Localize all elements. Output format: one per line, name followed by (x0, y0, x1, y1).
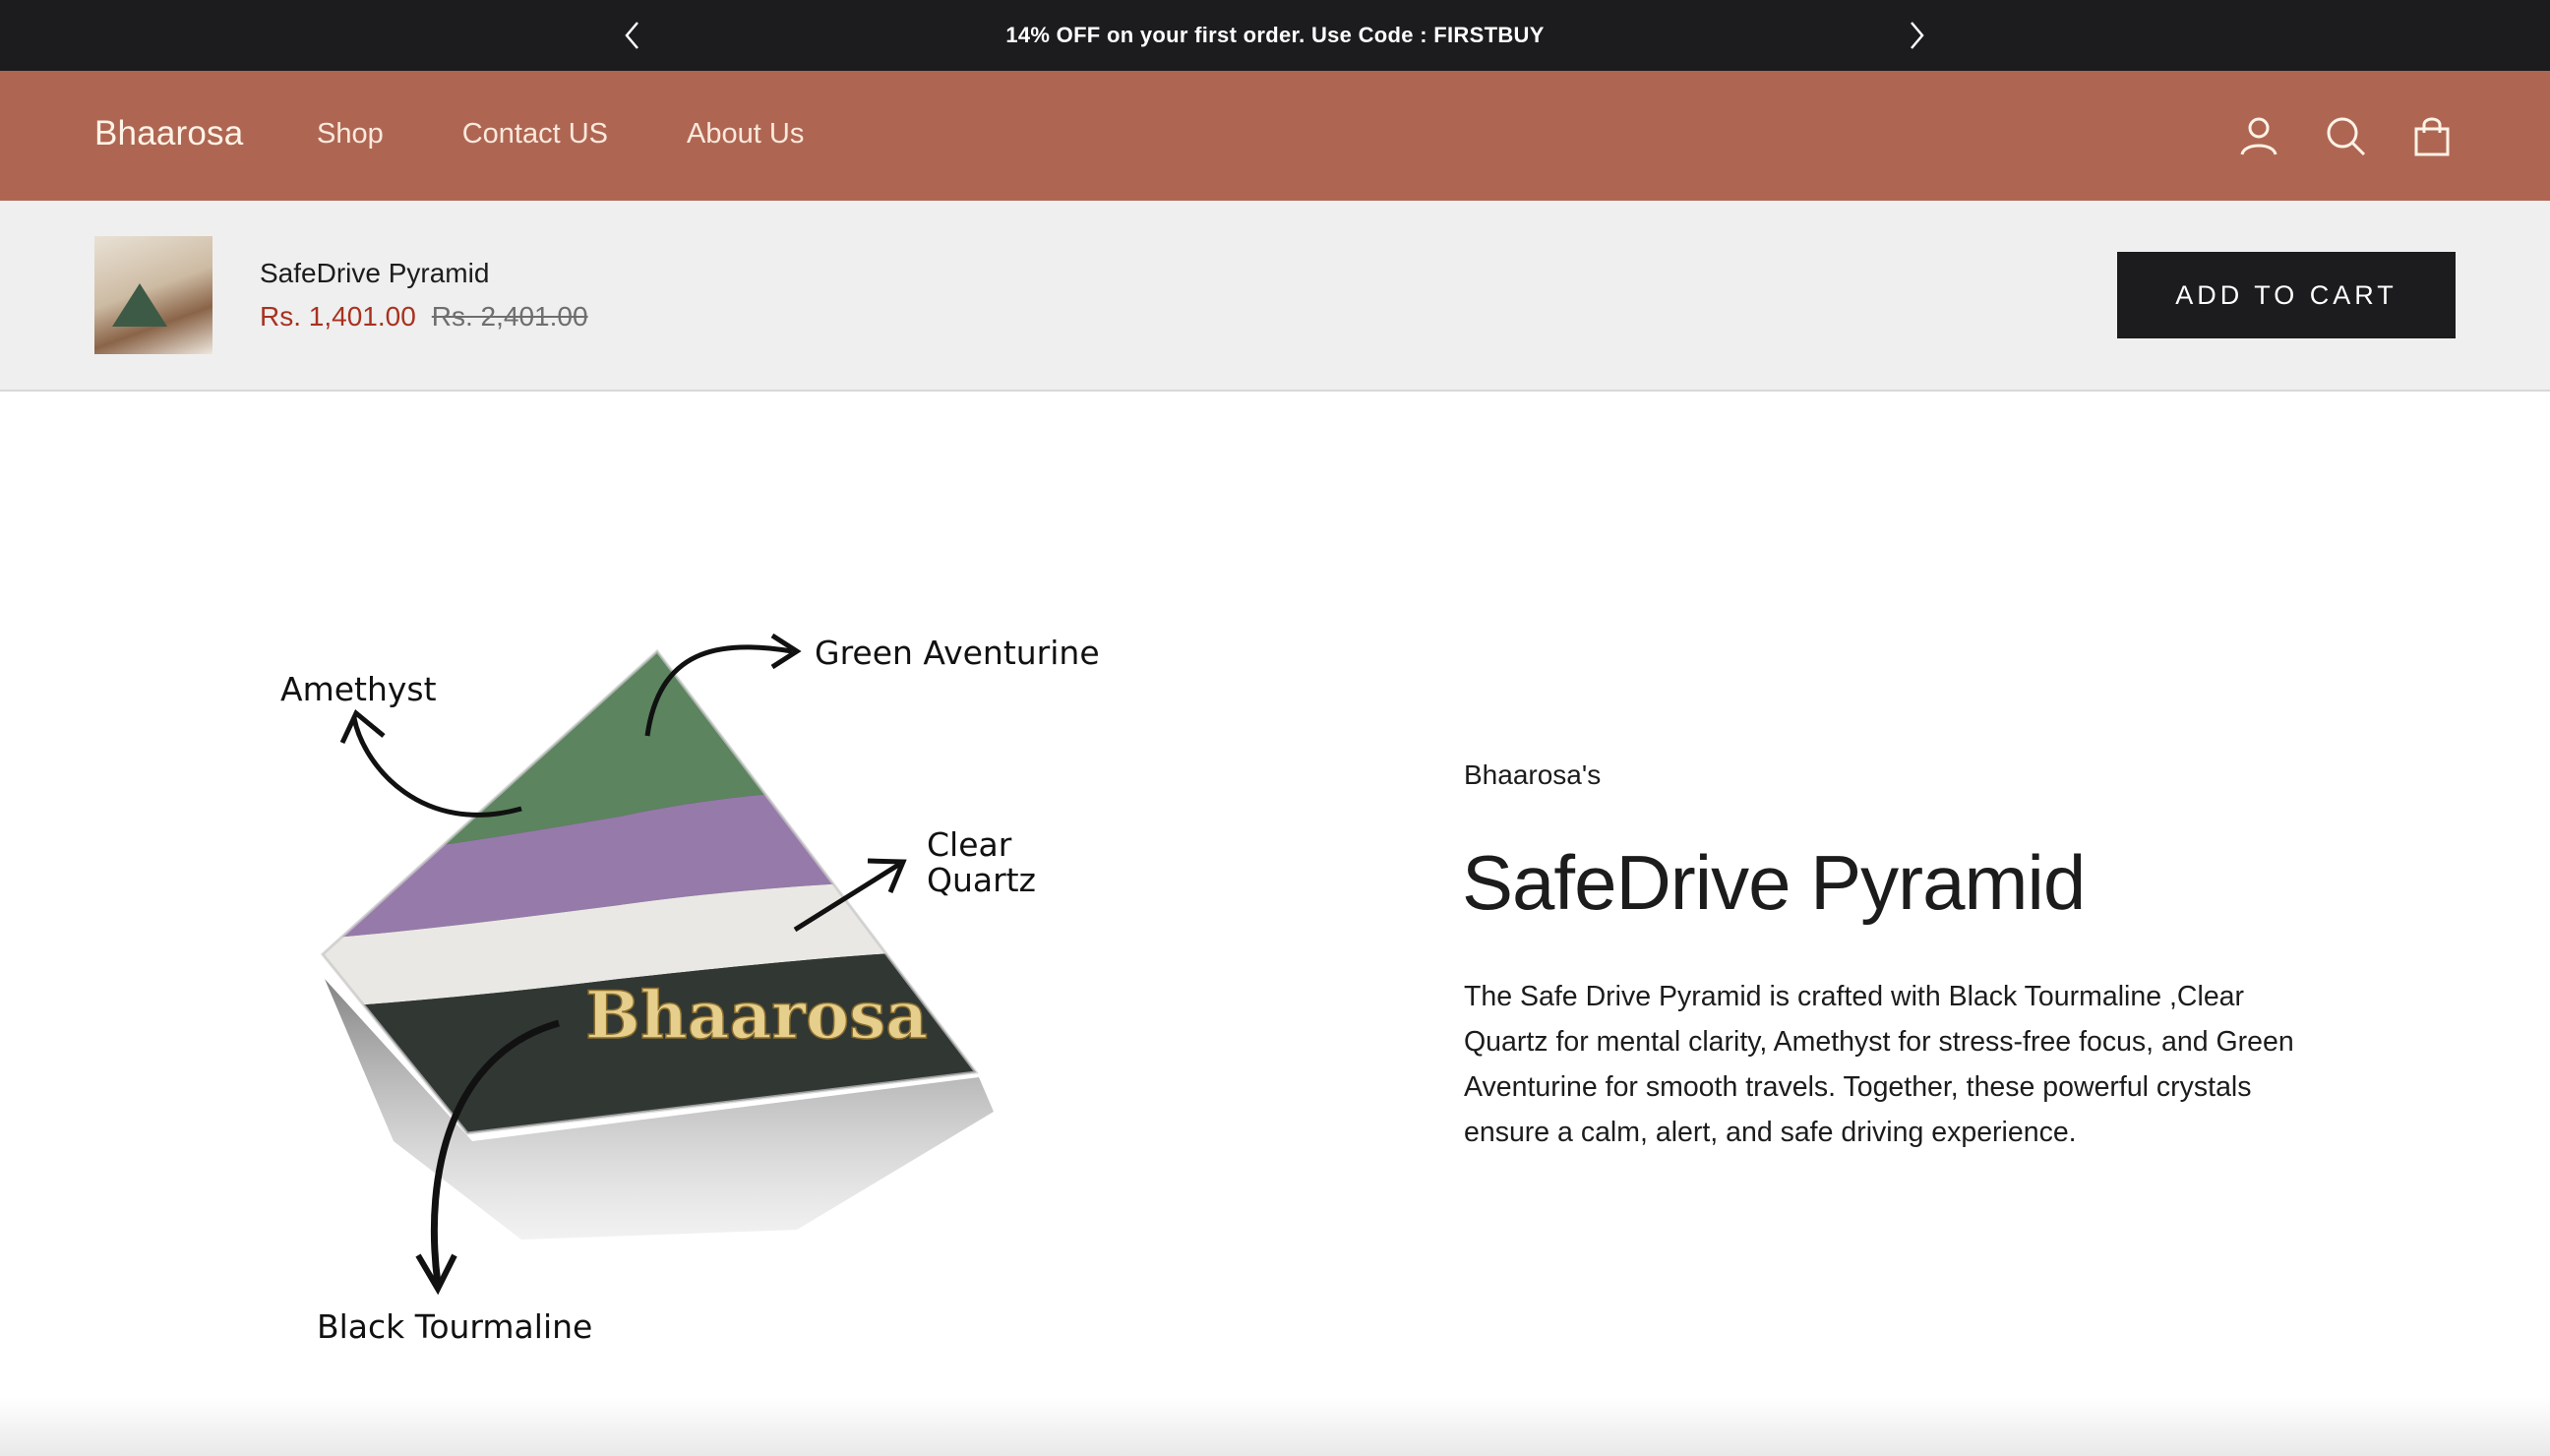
original-price: Rs. 2,401.00 (431, 301, 588, 332)
announcement-bar: 14% OFF on your first order. Use Code : … (0, 0, 2550, 71)
site-header: Bhaarosa Shop Contact US About Us (0, 71, 2550, 201)
sticky-prices: Rs. 1,401.00 Rs. 2,401.00 (260, 301, 588, 333)
nav-about-us[interactable]: About Us (687, 118, 804, 151)
product-vendor: Bhaarosa's (1464, 759, 1602, 790)
label-amethyst: Amethyst (280, 670, 437, 708)
nav-shop[interactable]: Shop (317, 118, 384, 151)
announcement-next-button[interactable] (1899, 18, 1934, 53)
product-title: SafeDrive Pyramid (1462, 839, 2086, 926)
announcement-prev-button[interactable] (615, 18, 650, 53)
section-divider-shadow (0, 1397, 2550, 1456)
account-icon (2240, 117, 2277, 155)
announcement-text: 14% OFF on your first order. Use Code : … (1005, 23, 1545, 47)
product-thumbnail (94, 236, 212, 354)
site-logo[interactable]: Bhaarosa (94, 114, 243, 153)
label-quartz: Quartz (927, 861, 1036, 899)
main-nav: Shop Contact US About Us (317, 118, 804, 151)
nav-contact-us[interactable]: Contact US (462, 118, 608, 151)
add-to-cart-button[interactable]: ADD TO CART (2117, 252, 2456, 338)
chevron-right-icon (1911, 22, 1924, 49)
chevron-left-icon (625, 22, 638, 49)
product-description: The Safe Drive Pyramid is crafted with B… (1464, 981, 2294, 1148)
sticky-product-bar: SafeDrive Pyramid Rs. 1,401.00 Rs. 2,401… (0, 201, 2550, 392)
product-image[interactable]: Bhaarosa Amethyst Green Aventurine Clear… (246, 590, 1131, 1377)
cart-bag-icon (2414, 117, 2450, 156)
account-button[interactable] (2235, 112, 2282, 159)
header-icons (2235, 112, 2456, 159)
label-clear: Clear (927, 825, 1012, 864)
search-button[interactable] (2322, 112, 2369, 159)
label-green-aventurine: Green Aventurine (815, 634, 1100, 672)
cart-button[interactable] (2408, 112, 2456, 159)
label-black-tourmaline: Black Tourmaline (317, 1307, 592, 1346)
search-icon (2327, 117, 2366, 156)
engraving-text: Bhaarosa (585, 977, 928, 1054)
sticky-product-title: SafeDrive Pyramid (260, 258, 490, 288)
sale-price: Rs. 1,401.00 (260, 301, 416, 332)
